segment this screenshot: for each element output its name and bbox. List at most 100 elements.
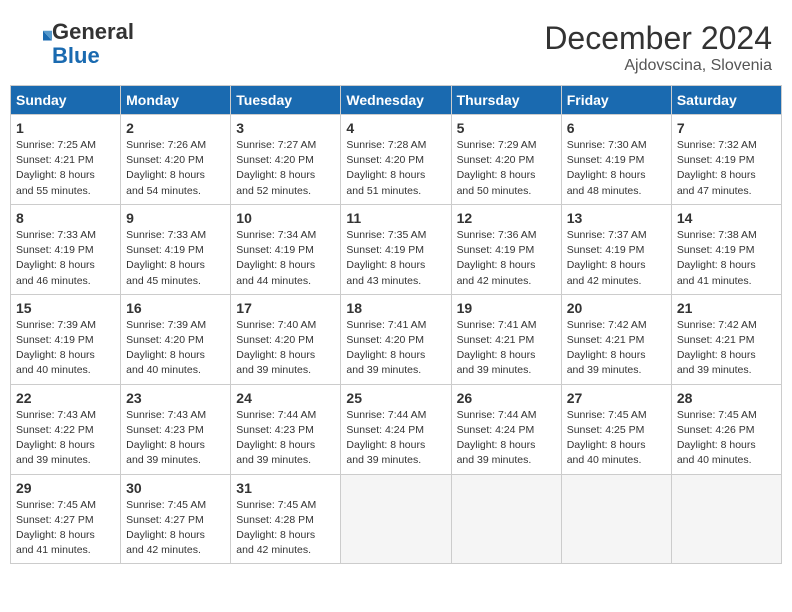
- week-row: 15 Sunrise: 7:39 AMSunset: 4:19 PMDayligh…: [11, 294, 782, 384]
- day-cell: [451, 474, 561, 564]
- day-cell: 3 Sunrise: 7:27 AMSunset: 4:20 PMDaylight…: [231, 115, 341, 205]
- day-number: 16: [126, 300, 225, 316]
- day-cell: 1 Sunrise: 7:25 AMSunset: 4:21 PMDaylight…: [11, 115, 121, 205]
- day-number: 2: [126, 120, 225, 136]
- page-container: General Blue December 2024 Ajdovscina, S…: [10, 10, 782, 564]
- day-info: Sunrise: 7:32 AMSunset: 4:19 PMDaylight:…: [677, 138, 776, 199]
- day-cell: 4 Sunrise: 7:28 AMSunset: 4:20 PMDaylight…: [341, 115, 451, 205]
- day-number: 15: [16, 300, 115, 316]
- day-info: Sunrise: 7:26 AMSunset: 4:20 PMDaylight:…: [126, 138, 225, 199]
- day-cell: 27 Sunrise: 7:45 AMSunset: 4:25 PMDayligh…: [561, 384, 671, 474]
- day-number: 11: [346, 210, 445, 226]
- day-cell: 30 Sunrise: 7:45 AMSunset: 4:27 PMDayligh…: [121, 474, 231, 564]
- calendar-title: December 2024: [544, 20, 772, 57]
- day-info: Sunrise: 7:41 AMSunset: 4:20 PMDaylight:…: [346, 318, 445, 379]
- day-info: Sunrise: 7:43 AMSunset: 4:23 PMDaylight:…: [126, 408, 225, 469]
- day-cell: 11Sunrise: 7:35 AMSunset: 4:19 PMDayligh…: [341, 204, 451, 294]
- day-number: 21: [677, 300, 776, 316]
- day-number: 12: [457, 210, 556, 226]
- day-cell: 31 Sunrise: 7:45 AMSunset: 4:28 PMDayligh…: [231, 474, 341, 564]
- day-number: 27: [567, 390, 666, 406]
- day-cell: 28 Sunrise: 7:45 AMSunset: 4:26 PMDayligh…: [671, 384, 781, 474]
- day-cell: 16 Sunrise: 7:39 AMSunset: 4:20 PMDayligh…: [121, 294, 231, 384]
- day-info: Sunrise: 7:27 AMSunset: 4:20 PMDaylight:…: [236, 138, 335, 199]
- day-number: 5: [457, 120, 556, 136]
- day-info: Sunrise: 7:39 AMSunset: 4:19 PMDaylight:…: [16, 318, 115, 379]
- day-info: Sunrise: 7:45 AMSunset: 4:25 PMDaylight:…: [567, 408, 666, 469]
- day-info: Sunrise: 7:45 AMSunset: 4:27 PMDaylight:…: [16, 498, 115, 559]
- day-number: 4: [346, 120, 445, 136]
- day-number: 8: [16, 210, 115, 226]
- day-info: Sunrise: 7:28 AMSunset: 4:20 PMDaylight:…: [346, 138, 445, 199]
- day-cell: 22Sunrise: 7:43 AMSunset: 4:22 PMDayligh…: [11, 384, 121, 474]
- week-row: 22Sunrise: 7:43 AMSunset: 4:22 PMDayligh…: [11, 384, 782, 474]
- day-cell: 7Sunrise: 7:32 AMSunset: 4:19 PMDaylight…: [671, 115, 781, 205]
- day-number: 20: [567, 300, 666, 316]
- day-cell: 13 Sunrise: 7:37 AMSunset: 4:19 PMDayligh…: [561, 204, 671, 294]
- day-cell: 29 Sunrise: 7:45 AMSunset: 4:27 PMDayligh…: [11, 474, 121, 564]
- day-cell: 14 Sunrise: 7:38 AMSunset: 4:19 PMDayligh…: [671, 204, 781, 294]
- day-info: Sunrise: 7:37 AMSunset: 4:19 PMDaylight:…: [567, 228, 666, 289]
- day-info: Sunrise: 7:39 AMSunset: 4:20 PMDaylight:…: [126, 318, 225, 379]
- day-of-week-header: Monday: [121, 86, 231, 115]
- day-cell: 6Sunrise: 7:30 AMSunset: 4:19 PMDaylight…: [561, 115, 671, 205]
- day-info: Sunrise: 7:38 AMSunset: 4:19 PMDaylight:…: [677, 228, 776, 289]
- title-block: December 2024 Ajdovscina, Slovenia: [544, 20, 772, 75]
- week-row: 29 Sunrise: 7:45 AMSunset: 4:27 PMDayligh…: [11, 474, 782, 564]
- day-cell: 10 Sunrise: 7:34 AMSunset: 4:19 PMDayligh…: [231, 204, 341, 294]
- day-info: Sunrise: 7:45 AMSunset: 4:26 PMDaylight:…: [677, 408, 776, 469]
- logo-text: General Blue: [52, 20, 134, 68]
- day-info: Sunrise: 7:33 AMSunset: 4:19 PMDaylight:…: [16, 228, 115, 289]
- week-row: 1 Sunrise: 7:25 AMSunset: 4:21 PMDaylight…: [11, 115, 782, 205]
- day-number: 31: [236, 480, 335, 496]
- day-cell: 24 Sunrise: 7:44 AMSunset: 4:23 PMDayligh…: [231, 384, 341, 474]
- day-info: Sunrise: 7:44 AMSunset: 4:24 PMDaylight:…: [346, 408, 445, 469]
- week-row: 8 Sunrise: 7:33 AMSunset: 4:19 PMDaylight…: [11, 204, 782, 294]
- day-number: 1: [16, 120, 115, 136]
- calendar-table: SundayMondayTuesdayWednesdayThursdayFrid…: [10, 85, 782, 564]
- day-number: 30: [126, 480, 225, 496]
- day-info: Sunrise: 7:45 AMSunset: 4:27 PMDaylight:…: [126, 498, 225, 559]
- day-cell: 23Sunrise: 7:43 AMSunset: 4:23 PMDayligh…: [121, 384, 231, 474]
- day-info: Sunrise: 7:25 AMSunset: 4:21 PMDaylight:…: [16, 138, 115, 199]
- day-info: Sunrise: 7:29 AMSunset: 4:20 PMDaylight:…: [457, 138, 556, 199]
- day-number: 25: [346, 390, 445, 406]
- day-number: 14: [677, 210, 776, 226]
- day-info: Sunrise: 7:33 AMSunset: 4:19 PMDaylight:…: [126, 228, 225, 289]
- day-number: 17: [236, 300, 335, 316]
- day-number: 3: [236, 120, 335, 136]
- day-of-week-header: Saturday: [671, 86, 781, 115]
- day-info: Sunrise: 7:43 AMSunset: 4:22 PMDaylight:…: [16, 408, 115, 469]
- day-cell: 15 Sunrise: 7:39 AMSunset: 4:19 PMDayligh…: [11, 294, 121, 384]
- day-of-week-header: Wednesday: [341, 86, 451, 115]
- day-number: 10: [236, 210, 335, 226]
- logo-general: General: [52, 19, 134, 44]
- day-number: 19: [457, 300, 556, 316]
- day-info: Sunrise: 7:42 AMSunset: 4:21 PMDaylight:…: [677, 318, 776, 379]
- day-number: 26: [457, 390, 556, 406]
- day-cell: 2 Sunrise: 7:26 AMSunset: 4:20 PMDaylight…: [121, 115, 231, 205]
- day-cell: 20 Sunrise: 7:42 AMSunset: 4:21 PMDayligh…: [561, 294, 671, 384]
- day-of-week-header: Tuesday: [231, 86, 341, 115]
- day-info: Sunrise: 7:42 AMSunset: 4:21 PMDaylight:…: [567, 318, 666, 379]
- day-info: Sunrise: 7:41 AMSunset: 4:21 PMDaylight:…: [457, 318, 556, 379]
- logo: General Blue: [20, 20, 134, 68]
- day-cell: 9Sunrise: 7:33 AMSunset: 4:19 PMDaylight…: [121, 204, 231, 294]
- day-info: Sunrise: 7:44 AMSunset: 4:23 PMDaylight:…: [236, 408, 335, 469]
- day-cell: 18Sunrise: 7:41 AMSunset: 4:20 PMDayligh…: [341, 294, 451, 384]
- day-cell: 19 Sunrise: 7:41 AMSunset: 4:21 PMDayligh…: [451, 294, 561, 384]
- header: General Blue December 2024 Ajdovscina, S…: [10, 10, 782, 80]
- day-number: 13: [567, 210, 666, 226]
- day-number: 28: [677, 390, 776, 406]
- day-info: Sunrise: 7:45 AMSunset: 4:28 PMDaylight:…: [236, 498, 335, 559]
- day-info: Sunrise: 7:34 AMSunset: 4:19 PMDaylight:…: [236, 228, 335, 289]
- day-number: 29: [16, 480, 115, 496]
- day-number: 6: [567, 120, 666, 136]
- calendar-header-row: SundayMondayTuesdayWednesdayThursdayFrid…: [11, 86, 782, 115]
- day-cell: [561, 474, 671, 564]
- day-info: Sunrise: 7:36 AMSunset: 4:19 PMDaylight:…: [457, 228, 556, 289]
- logo-blue: Blue: [52, 43, 100, 68]
- day-info: Sunrise: 7:44 AMSunset: 4:24 PMDaylight:…: [457, 408, 556, 469]
- day-cell: 12 Sunrise: 7:36 AMSunset: 4:19 PMDayligh…: [451, 204, 561, 294]
- day-number: 24: [236, 390, 335, 406]
